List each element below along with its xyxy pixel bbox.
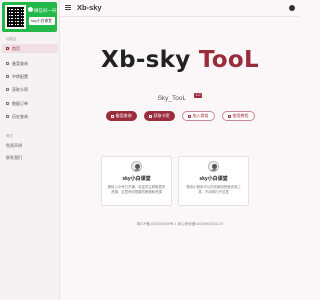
promo-id: sky小白课堂 bbox=[29, 17, 55, 25]
tutorial-button[interactable]: 使用教程 bbox=[221, 111, 255, 121]
order-icon bbox=[6, 102, 9, 105]
info-cards: sky小白课堂 微信公众号已开通，欢迎关注获取更多资源，这里有你想要的教程和资源… bbox=[101, 156, 261, 206]
gear-icon bbox=[6, 75, 9, 78]
footer-icp[interactable]: 粤ICP备2023025000号-1 粤公网安备44030502001170 bbox=[60, 222, 300, 227]
mini-program-card[interactable]: sky小白课堂 微信小程序可以在线使用快速查询工具，不用再打开这里 bbox=[178, 156, 249, 206]
hero-subtitle: Sky_TooL bbox=[157, 95, 187, 102]
wechat-icon bbox=[28, 7, 33, 12]
top-bar: Xb-sky bbox=[60, 0, 300, 17]
nav-section-label: 功能区 bbox=[6, 37, 17, 41]
record-query-button[interactable]: 备案查询 bbox=[105, 111, 137, 121]
hero-title-main: Xb-sky bbox=[101, 47, 191, 73]
card-title: sky小白课堂 bbox=[122, 176, 151, 182]
sidebar-item-record-query[interactable]: 备案查询 bbox=[2, 59, 58, 68]
sidebar-item-data-orders[interactable]: 数据订单 bbox=[2, 99, 58, 108]
card-title: sky小白课堂 bbox=[199, 176, 228, 182]
search-icon bbox=[110, 114, 114, 118]
button-label: 加入群组 bbox=[192, 113, 209, 118]
wechat-promo: 微信扫一扫 sky小白课堂 bbox=[2, 2, 57, 32]
key-icon bbox=[148, 114, 152, 118]
join-group-button[interactable]: 加入群组 bbox=[181, 111, 215, 121]
github-icon[interactable] bbox=[289, 5, 295, 11]
version-badge: 2.0 bbox=[193, 93, 203, 99]
sidebar: 微信扫一扫 sky小白课堂 功能区 首页 备案查询 中转配置 获取卡密 数据订单… bbox=[0, 0, 60, 300]
card-desc: 微信公众号已开通，欢迎关注获取更多资源，这里有你想要的教程和资源 bbox=[107, 185, 166, 194]
avatar bbox=[131, 161, 142, 172]
hero-title: Xb-sky TooL bbox=[60, 47, 300, 73]
get-key-button[interactable]: 获取卡密 bbox=[143, 111, 175, 121]
button-label: 使用教程 bbox=[232, 113, 249, 118]
wechat-account-card[interactable]: sky小白课堂 微信公众号已开通，欢迎关注获取更多资源，这里有你想要的教程和资源 bbox=[101, 156, 172, 206]
book-icon bbox=[227, 114, 231, 118]
sidebar-item-relay-config[interactable]: 中转配置 bbox=[2, 72, 58, 81]
card-desc: 微信小程序可以在线使用快速查询工具，不用再打开这里 bbox=[186, 185, 241, 194]
sidebar-item-label: 中转配置 bbox=[12, 74, 28, 79]
site-title: Xb-sky bbox=[77, 3, 102, 12]
key-icon bbox=[6, 88, 9, 91]
sidebar-item-get-key[interactable]: 获取卡密 bbox=[2, 85, 58, 94]
action-buttons: 备案查询 获取卡密 加入群组 使用教程 bbox=[60, 111, 300, 121]
qr-code bbox=[5, 5, 26, 29]
home-icon bbox=[6, 47, 9, 50]
menu-icon[interactable] bbox=[65, 5, 71, 11]
sidebar-item-label: 历史查询 bbox=[12, 114, 28, 119]
group-icon bbox=[187, 114, 191, 118]
sidebar-item-label: 获取卡密 bbox=[12, 87, 28, 92]
promo-title: 微信扫一扫 bbox=[34, 8, 57, 13]
sidebar-item-label: 数据订单 bbox=[12, 101, 28, 106]
sidebar-link-contact[interactable]: 联系我们 bbox=[6, 155, 22, 161]
sidebar-item-home[interactable]: 首页 bbox=[2, 44, 58, 53]
history-icon bbox=[6, 115, 9, 118]
sidebar-item-label: 首页 bbox=[12, 46, 20, 51]
sidebar-link-disclaimer[interactable]: 免责声明 bbox=[6, 143, 22, 149]
hero-title-accent: TooL bbox=[198, 47, 259, 73]
sidebar-item-label: 备案查询 bbox=[12, 61, 28, 66]
avatar bbox=[208, 161, 219, 172]
nav-section-label: 其它 bbox=[6, 134, 13, 138]
sidebar-item-history[interactable]: 历史查询 bbox=[2, 112, 58, 121]
button-label: 备案查询 bbox=[115, 113, 132, 118]
subtitle-row: Sky_TooL 2.0 bbox=[60, 87, 300, 105]
button-label: 获取卡密 bbox=[153, 113, 170, 118]
search-icon bbox=[6, 62, 9, 65]
